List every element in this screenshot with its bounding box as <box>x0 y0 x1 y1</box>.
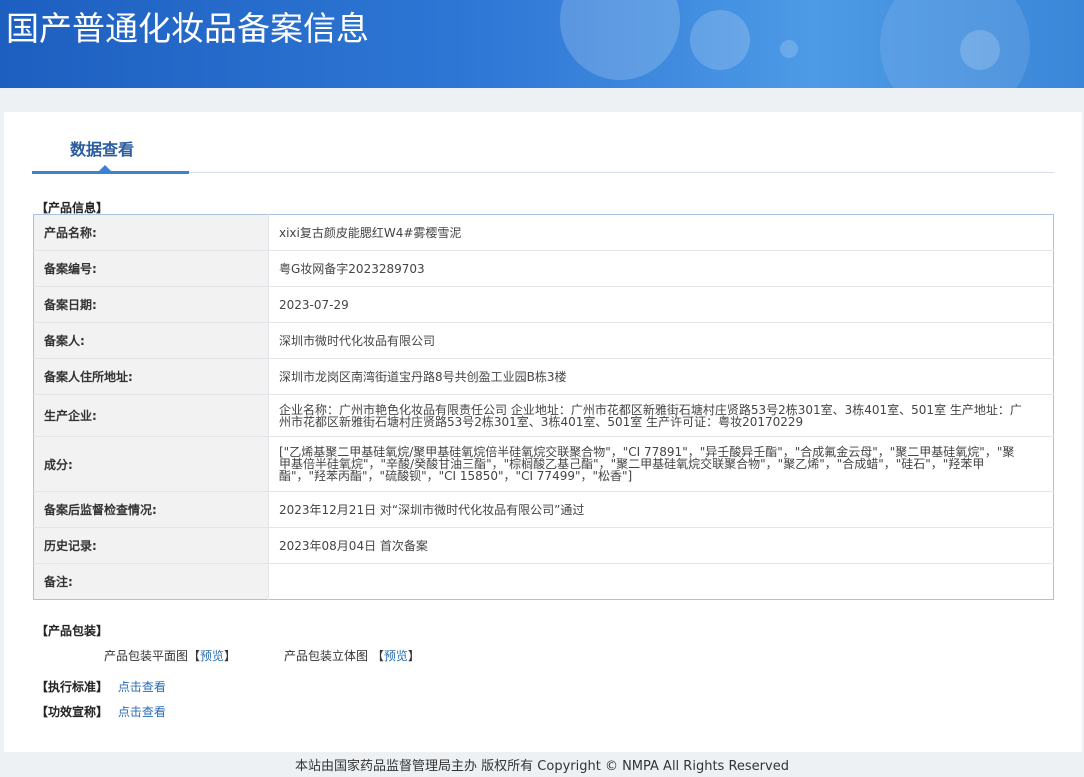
efficacy-row: 【功效宣称】 点击查看 <box>36 703 166 720</box>
product-info-table: 产品名称: xixi复古颜皮能腮红W4#雾樱雪泥 备案编号: 粤G妆网备字202… <box>33 214 1054 600</box>
row-value: 企业名称：广州市艳色化妆品有限责任公司 企业地址：广州市花都区新雅街石塘村庄贤路… <box>268 394 1054 437</box>
standard-row: 【执行标准】 点击查看 <box>36 678 166 695</box>
row-value: ["乙烯基聚二甲基硅氧烷/聚甲基硅氧烷倍半硅氧烷交联聚合物"，"CI 77891… <box>268 436 1054 492</box>
row-value: 粤G妆网备字2023289703 <box>268 250 1054 287</box>
page-title: 国产普通化妆品备案信息 <box>6 9 369 48</box>
standard-label: 【执行标准】 <box>36 680 109 694</box>
footer-copyright: 本站由国家药品监督管理局主办 版权所有 Copyright © NMPA All… <box>295 759 789 774</box>
row-key: 历史记录: <box>33 527 269 564</box>
packaging-solid-label: 产品包装立体图 <box>284 649 369 663</box>
row-value: 2023年08月04日 首次备案 <box>268 527 1054 564</box>
row-key: 成分: <box>33 436 269 492</box>
table-row: 备案人住所地址: 深圳市龙岗区南湾街道宝丹路8号共创盈工业园B栋3楼 <box>33 358 1054 395</box>
efficacy-view-link[interactable]: 点击查看 <box>118 705 166 719</box>
decorative-bubble <box>690 10 750 70</box>
row-key: 备案编号: <box>33 250 269 287</box>
row-key: 备注: <box>33 563 269 600</box>
tab-data-view[interactable]: 数据查看 <box>70 136 134 160</box>
packaging-solid-item: 产品包装立体图 【预览】 <box>284 647 420 664</box>
row-value: 深圳市微时代化妆品有限公司 <box>268 322 1054 359</box>
packaging-flat-label: 产品包装平面图 <box>104 649 189 663</box>
row-key: 产品名称: <box>33 214 269 251</box>
table-row: 备案日期: 2023-07-29 <box>33 286 1054 323</box>
table-row: 产品名称: xixi复古颜皮能腮红W4#雾樱雪泥 <box>33 214 1054 251</box>
table-row: 备案人: 深圳市微时代化妆品有限公司 <box>33 322 1054 359</box>
row-value: 2023年12月21日 对“深圳市微时代化妆品有限公司”通过 <box>268 491 1054 528</box>
row-value: 深圳市龙岗区南湾街道宝丹路8号共创盈工业园B栋3楼 <box>268 358 1054 395</box>
preview-flat-link[interactable]: 预览 <box>200 649 224 663</box>
row-key: 备案后监督检查情况: <box>33 491 269 528</box>
row-key: 生产企业: <box>33 394 269 437</box>
bracket-open: 【 <box>371 649 384 663</box>
tab-caret-icon <box>99 165 111 171</box>
table-row: 生产企业: 企业名称：广州市艳色化妆品有限责任公司 企业地址：广州市花都区新雅街… <box>33 394 1054 437</box>
decorative-bubble <box>560 0 680 80</box>
row-value: 2023-07-29 <box>268 286 1054 323</box>
table-row: 备注: <box>33 563 1054 600</box>
table-row: 成分: ["乙烯基聚二甲基硅氧烷/聚甲基硅氧烷倍半硅氧烷交联聚合物"，"CI 7… <box>33 436 1054 492</box>
bracket-close: 】 <box>224 649 237 663</box>
bracket-open: 【 <box>188 649 201 663</box>
efficacy-label: 【功效宣称】 <box>36 705 109 719</box>
standard-view-link[interactable]: 点击查看 <box>118 680 166 694</box>
preview-solid-link[interactable]: 预览 <box>384 649 408 663</box>
decorative-bubble <box>780 40 798 58</box>
bracket-close: 】 <box>407 649 420 663</box>
packaging-label: 【产品包装】 <box>36 624 109 638</box>
decorative-bubble <box>960 30 1000 70</box>
row-key: 备案人: <box>33 322 269 359</box>
row-key: 备案人住所地址: <box>33 358 269 395</box>
tab-active-indicator <box>32 171 189 174</box>
row-value: xixi复古颜皮能腮红W4#雾樱雪泥 <box>268 214 1054 251</box>
decorative-bubble <box>880 0 1030 88</box>
row-value <box>269 564 1054 600</box>
packaging-flat-item: 产品包装平面图【预览】 <box>104 647 236 664</box>
table-row: 备案编号: 粤G妆网备字2023289703 <box>33 250 1054 287</box>
row-key: 备案日期: <box>33 286 269 323</box>
table-row: 备案后监督检查情况: 2023年12月21日 对“深圳市微时代化妆品有限公司”通… <box>33 491 1054 528</box>
table-row: 历史记录: 2023年08月04日 首次备案 <box>33 527 1054 564</box>
header-banner: 国产普通化妆品备案信息 <box>0 0 1084 88</box>
